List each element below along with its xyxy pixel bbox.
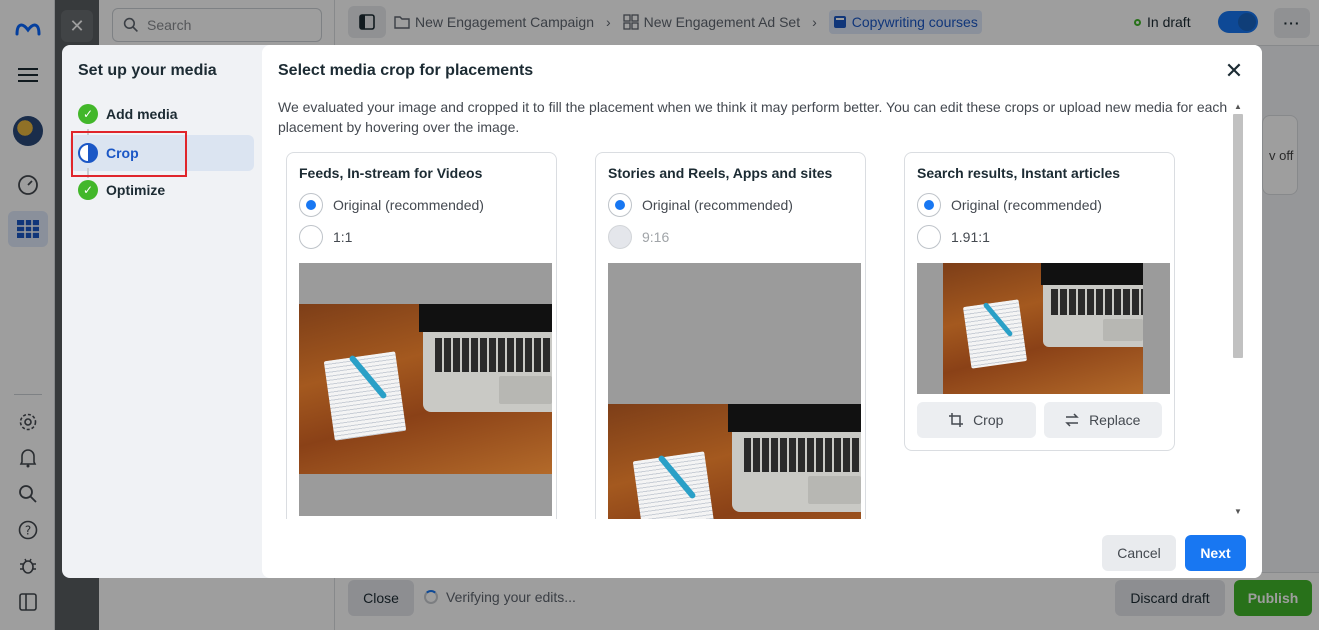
scroll-down-icon[interactable]: ▼: [1230, 505, 1246, 517]
close-icon[interactable]: ✕: [1222, 58, 1246, 83]
option-label: Original (recommended): [642, 197, 793, 213]
highlight-box: [71, 131, 187, 177]
replace-label: Replace: [1089, 412, 1141, 428]
crop-label: Crop: [973, 412, 1004, 428]
radio-unselected[interactable]: [917, 225, 941, 249]
preview-image: [299, 304, 552, 474]
image-detail: [728, 404, 861, 432]
radio-option-square[interactable]: 1:1: [299, 221, 544, 253]
radio-option-wide[interactable]: 1.91:1: [917, 221, 1162, 253]
step-label: Optimize: [106, 182, 166, 198]
modal-description: We evaluated your image and cropped it t…: [278, 99, 1228, 135]
scroll-thumb[interactable]: [1233, 114, 1243, 358]
option-label: 1.91:1: [951, 229, 990, 245]
radio-disabled: [608, 225, 632, 249]
media-preview[interactable]: [299, 263, 552, 516]
image-detail: [1103, 319, 1143, 341]
media-actions: Crop Replace: [917, 394, 1162, 450]
placement-card-stories: Stories and Reels, Apps and sites Origin…: [595, 152, 866, 519]
image-detail: [499, 376, 552, 404]
radio-selected[interactable]: [917, 193, 941, 217]
radio-unselected[interactable]: [299, 225, 323, 249]
preview-image: [608, 404, 861, 519]
placements-list[interactable]: Feeds, In-stream for Videos Original (re…: [278, 152, 1232, 519]
next-button[interactable]: Next: [1185, 535, 1246, 571]
radio-selected[interactable]: [608, 193, 632, 217]
image-detail: [632, 451, 716, 519]
radio-option-vertical: 9:16: [608, 221, 853, 253]
radio-option-original[interactable]: Original (recommended): [299, 189, 544, 221]
scroll-up-icon[interactable]: ▲: [1230, 100, 1246, 112]
step-optimize[interactable]: ✓ Optimize: [70, 172, 254, 208]
replace-button[interactable]: Replace: [1043, 402, 1162, 438]
placement-card-feeds: Feeds, In-stream for Videos Original (re…: [286, 152, 557, 519]
step-add-media[interactable]: ✓ Add media: [70, 96, 254, 132]
image-detail: [419, 304, 552, 332]
steps-sidebar: Set up your media ✓ Add media Crop ✓ Opt…: [62, 45, 262, 578]
image-detail: [323, 351, 407, 441]
image-detail: [808, 476, 861, 504]
crop-panel: Select media crop for placements ✕ We ev…: [262, 45, 1262, 578]
crop-icon: [949, 413, 964, 427]
crop-button[interactable]: Crop: [917, 402, 1036, 438]
option-label: Original (recommended): [951, 197, 1102, 213]
placement-card-search: Search results, Instant articles Origina…: [904, 152, 1175, 451]
image-detail: [435, 338, 552, 372]
option-label: 1:1: [333, 229, 353, 245]
preview-image: [943, 263, 1143, 394]
cancel-button[interactable]: Cancel: [1102, 535, 1176, 571]
media-preview[interactable]: [608, 263, 861, 519]
placement-title: Feeds, In-stream for Videos: [299, 165, 483, 181]
placement-title: Stories and Reels, Apps and sites: [608, 165, 833, 181]
image-detail: [1051, 289, 1143, 315]
step-label: Add media: [106, 106, 178, 122]
option-label: Original (recommended): [333, 197, 484, 213]
radio-selected[interactable]: [299, 193, 323, 217]
image-detail: [1041, 263, 1143, 285]
media-preview[interactable]: [917, 263, 1170, 394]
modal-title: Select media crop for placements: [278, 62, 534, 79]
media-setup-modal: Set up your media ✓ Add media Crop ✓ Opt…: [62, 45, 1262, 578]
steps-title: Set up your media: [78, 62, 217, 79]
image-detail: [744, 438, 861, 472]
placement-title: Search results, Instant articles: [917, 165, 1121, 181]
check-icon: ✓: [78, 180, 98, 200]
radio-option-original[interactable]: Original (recommended): [917, 189, 1162, 221]
image-detail: [962, 299, 1028, 369]
check-icon: ✓: [78, 104, 98, 124]
scrollbar[interactable]: ▲ ▼: [1230, 100, 1246, 517]
swap-icon: [1065, 413, 1079, 427]
option-label: 9:16: [642, 229, 670, 245]
radio-option-original[interactable]: Original (recommended): [608, 189, 853, 221]
